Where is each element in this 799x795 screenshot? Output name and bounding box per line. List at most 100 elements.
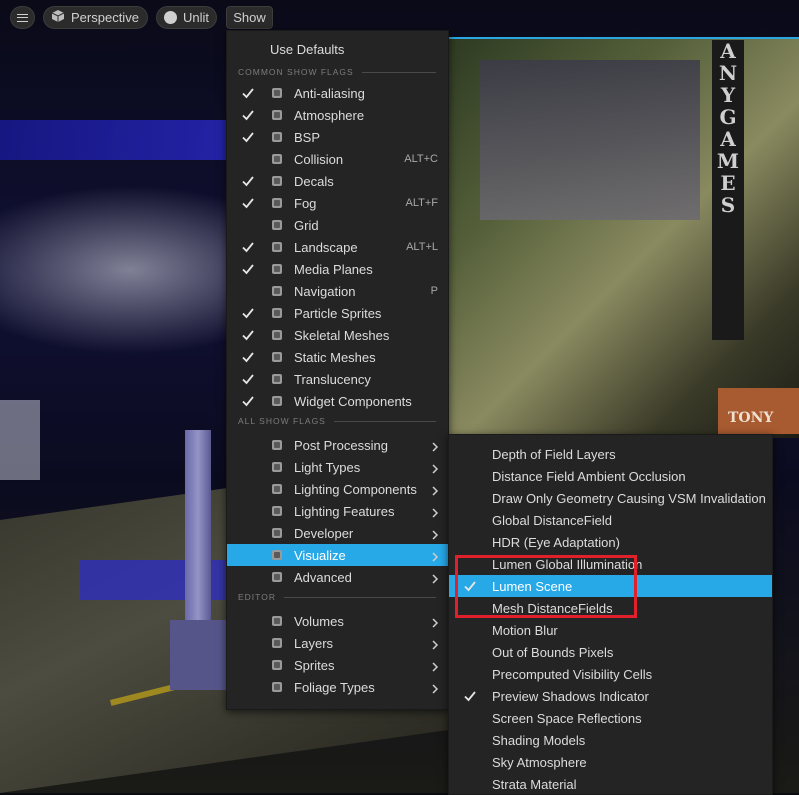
show-flag-collision[interactable]: Collision ALT+C bbox=[227, 148, 448, 170]
submenu-label: Light Types bbox=[294, 459, 361, 475]
volumes-icon bbox=[270, 614, 284, 628]
lighting-components-icon bbox=[270, 482, 284, 496]
show-button[interactable]: Show bbox=[226, 6, 273, 29]
submenu-developer[interactable]: Developer bbox=[227, 522, 448, 544]
submenu-lighting-components[interactable]: Lighting Components bbox=[227, 478, 448, 500]
show-flag-label: Navigation bbox=[294, 283, 356, 299]
show-flag-media-planes[interactable]: Media Planes bbox=[227, 258, 448, 280]
visualize-item-label: Depth of Field Layers bbox=[492, 446, 616, 462]
translucency-icon bbox=[270, 372, 284, 386]
visualize-motion-blur[interactable]: Motion Blur bbox=[449, 619, 772, 641]
show-flag-label: BSP bbox=[294, 129, 321, 145]
visualize-shading-models[interactable]: Shading Models bbox=[449, 729, 772, 751]
developer-icon bbox=[270, 526, 284, 540]
checkmark-icon bbox=[241, 306, 255, 320]
lighting-features-icon bbox=[270, 504, 284, 518]
grid-icon bbox=[270, 218, 284, 232]
submenu-advanced[interactable]: Advanced bbox=[227, 566, 448, 588]
show-flag-label: Grid bbox=[294, 217, 319, 233]
layers-icon bbox=[270, 636, 284, 650]
editor-foliage-types[interactable]: Foliage Types bbox=[227, 676, 448, 698]
submenu-label: Developer bbox=[294, 525, 354, 541]
editor-volumes[interactable]: Volumes bbox=[227, 610, 448, 632]
checkmark-icon bbox=[241, 108, 255, 122]
editor-layers[interactable]: Layers bbox=[227, 632, 448, 654]
chevron-right-icon bbox=[430, 440, 440, 452]
visualize-strata-material[interactable]: Strata Material bbox=[449, 773, 772, 795]
show-flag-landscape[interactable]: Landscape ALT+L bbox=[227, 236, 448, 258]
static-meshes-icon bbox=[270, 350, 284, 364]
show-flag-navigation[interactable]: Navigation P bbox=[227, 280, 448, 302]
bsp-icon bbox=[270, 130, 284, 144]
perspective-button[interactable]: Perspective bbox=[43, 6, 148, 29]
section-common-show-flags: COMMON SHOW FLAGS bbox=[238, 65, 354, 79]
cube-icon bbox=[51, 9, 65, 26]
show-flag-decals[interactable]: Decals bbox=[227, 170, 448, 192]
show-flag-label: Atmosphere bbox=[294, 107, 365, 123]
post-processing-icon bbox=[270, 438, 284, 452]
section-editor-divider bbox=[283, 597, 436, 598]
decals-icon bbox=[270, 174, 284, 188]
light-types-icon bbox=[270, 460, 284, 474]
use-defaults-label: Use Defaults bbox=[270, 41, 345, 57]
show-flag-translucency[interactable]: Translucency bbox=[227, 368, 448, 390]
visualize-screen-space-reflections[interactable]: Screen Space Reflections bbox=[449, 707, 772, 729]
visualize-preview-shadows-indicator[interactable]: Preview Shadows Indicator bbox=[449, 685, 772, 707]
show-flag-anti-aliasing[interactable]: Anti-aliasing bbox=[227, 82, 448, 104]
show-flag-label: Decals bbox=[294, 173, 334, 189]
chevron-right-icon bbox=[430, 506, 440, 518]
foliage-types-icon bbox=[270, 680, 284, 694]
fog-icon bbox=[270, 196, 284, 210]
chevron-right-icon bbox=[430, 484, 440, 496]
widget-components-icon bbox=[270, 394, 284, 408]
scene-blue-panel bbox=[0, 120, 230, 160]
show-flag-skeletal-meshes[interactable]: Skeletal Meshes bbox=[227, 324, 448, 346]
submenu-post-processing[interactable]: Post Processing bbox=[227, 434, 448, 456]
checkmark-icon bbox=[241, 394, 255, 408]
checkmark-icon bbox=[241, 130, 255, 144]
submenu-label: Lighting Features bbox=[294, 503, 395, 519]
show-flag-fog[interactable]: Fog ALT+F bbox=[227, 192, 448, 214]
section-common-show-flags-divider bbox=[361, 72, 436, 73]
visualize-global-distancefield[interactable]: Global DistanceField bbox=[449, 509, 772, 531]
visualize-depth-of-field-layers[interactable]: Depth of Field Layers bbox=[449, 443, 772, 465]
show-flag-bsp[interactable]: BSP bbox=[227, 126, 448, 148]
advanced-icon bbox=[270, 570, 284, 584]
use-defaults-item[interactable]: Use Defaults bbox=[227, 38, 448, 60]
visualize-item-label: Strata Material bbox=[492, 776, 577, 792]
submenu-label: Post Processing bbox=[294, 437, 388, 453]
visualize-hdr-eye-adaptation-[interactable]: HDR (Eye Adaptation) bbox=[449, 531, 772, 553]
chevron-right-icon bbox=[430, 682, 440, 694]
submenu-label: Visualize bbox=[294, 547, 346, 563]
viewport-options-button[interactable] bbox=[10, 6, 35, 29]
visualize-draw-only-geometry-causing-vsm-invalidation[interactable]: Draw Only Geometry Causing VSM Invalidat… bbox=[449, 487, 772, 509]
landscape-icon bbox=[270, 240, 284, 254]
editor-sprites[interactable]: Sprites bbox=[227, 654, 448, 676]
section-all-show-flags-label: ALL SHOW FLAGS bbox=[238, 416, 326, 426]
submenu-light-types[interactable]: Light Types bbox=[227, 456, 448, 478]
checkmark-icon bbox=[463, 689, 477, 703]
visualize-out-of-bounds-pixels[interactable]: Out of Bounds Pixels bbox=[449, 641, 772, 663]
visualize-distance-field-ambient-occlusion[interactable]: Distance Field Ambient Occlusion bbox=[449, 465, 772, 487]
visualize-item-label: Distance Field Ambient Occlusion bbox=[492, 468, 686, 484]
media-planes-icon bbox=[270, 262, 284, 276]
show-flag-particle-sprites[interactable]: Particle Sprites bbox=[227, 302, 448, 324]
show-flag-label: Translucency bbox=[294, 371, 371, 387]
visualize-precomputed-visibility-cells[interactable]: Precomputed Visibility Cells bbox=[449, 663, 772, 685]
show-flags-menu: Use Defaults COMMON SHOW FLAGS Anti-aliasi… bbox=[226, 30, 449, 710]
visualize-item-label: Motion Blur bbox=[492, 622, 558, 638]
submenu-visualize[interactable]: Visualize bbox=[227, 544, 448, 566]
section-common-show-flags-label: COMMON SHOW FLAGS bbox=[238, 67, 354, 77]
visualize-item-label: Sky Atmosphere bbox=[492, 754, 587, 770]
editor-item-label: Volumes bbox=[294, 613, 344, 629]
visualize-sky-atmosphere[interactable]: Sky Atmosphere bbox=[449, 751, 772, 773]
show-flag-label: Collision bbox=[294, 151, 344, 167]
checkmark-icon bbox=[241, 240, 255, 254]
submenu-lighting-features[interactable]: Lighting Features bbox=[227, 500, 448, 522]
show-flag-atmosphere[interactable]: Atmosphere bbox=[227, 104, 448, 126]
show-flag-static-meshes[interactable]: Static Meshes bbox=[227, 346, 448, 368]
view-mode-button[interactable]: Unlit bbox=[156, 6, 217, 29]
show-flag-widget-components[interactable]: Widget Components bbox=[227, 390, 448, 412]
atmosphere-icon bbox=[270, 108, 284, 122]
show-flag-grid[interactable]: Grid bbox=[227, 214, 448, 236]
